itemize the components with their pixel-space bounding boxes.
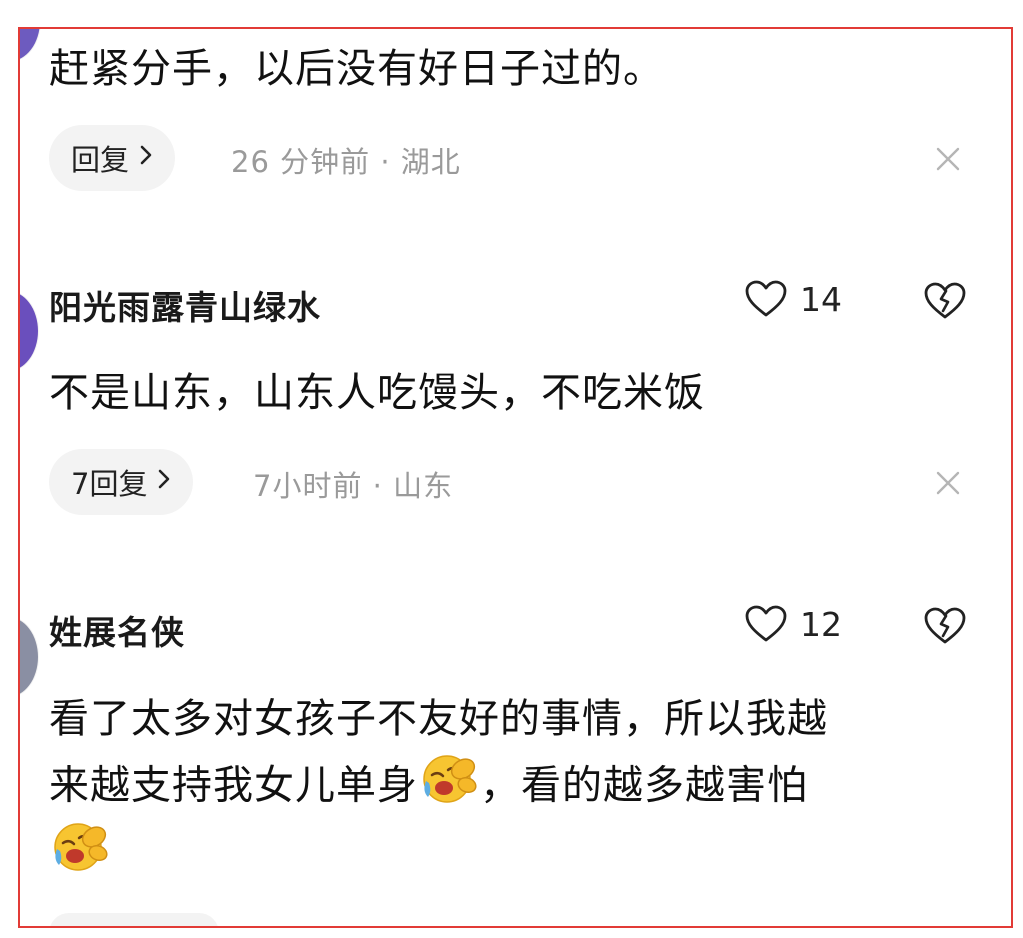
comment-username[interactable]: 阳光雨露青山绿水 — [49, 281, 321, 329]
laughing-crying-emoji-icon — [51, 819, 109, 892]
reply-label: 7回复 — [71, 467, 148, 501]
close-icon[interactable] — [933, 468, 963, 498]
avatar[interactable] — [20, 29, 40, 61]
comment-text: 不是山东，山东人吃馒头，不吃米饭 — [49, 370, 705, 416]
like-button[interactable]: 12 — [744, 604, 842, 644]
broken-heart-icon — [924, 607, 966, 644]
heart-icon — [745, 605, 787, 642]
comment-username[interactable]: 姓展名侠 — [49, 606, 185, 654]
comment-meta: 26 分钟前 · 湖北 — [231, 145, 461, 179]
comment-text-line — [49, 819, 111, 892]
dislike-button[interactable] — [922, 281, 968, 325]
like-button[interactable]: 14 — [744, 279, 842, 319]
comment-list-frame: 赶紧分手，以后没有好日子过的。 回复 26 分钟前 · 湖北 阳光雨露青山绿水 … — [18, 27, 1013, 928]
laughing-crying-emoji-icon — [420, 751, 478, 824]
like-count: 14 — [800, 279, 842, 319]
reply-button[interactable]: 回复 — [49, 125, 176, 191]
avatar[interactable] — [20, 291, 38, 371]
chevron-right-icon — [157, 467, 171, 497]
comment-text-line: 看了太多对女孩子不友好的事情，所以我越 — [49, 696, 828, 742]
comment-text-segment: 来越支持我女儿单身 — [49, 762, 418, 809]
avatar[interactable] — [20, 617, 38, 697]
comment-text-segment: ，看的越多越害怕 — [480, 762, 808, 809]
like-count: 12 — [800, 604, 842, 644]
reply-label: 回复 — [71, 143, 130, 177]
dislike-button[interactable] — [922, 606, 968, 650]
comment-text: 赶紧分手，以后没有好日子过的。 — [49, 46, 664, 92]
heart-icon — [745, 280, 787, 317]
comment-text-line: 来越支持我女儿单身 ，看的越多越害怕 — [49, 751, 808, 824]
chevron-right-icon — [139, 143, 153, 173]
reply-button[interactable]: 7回复 — [49, 449, 194, 515]
comment-meta: 7小时前 · 山东 — [253, 469, 454, 503]
close-icon[interactable] — [933, 144, 963, 174]
reply-button-partial[interactable] — [49, 913, 219, 926]
broken-heart-icon — [924, 282, 966, 319]
